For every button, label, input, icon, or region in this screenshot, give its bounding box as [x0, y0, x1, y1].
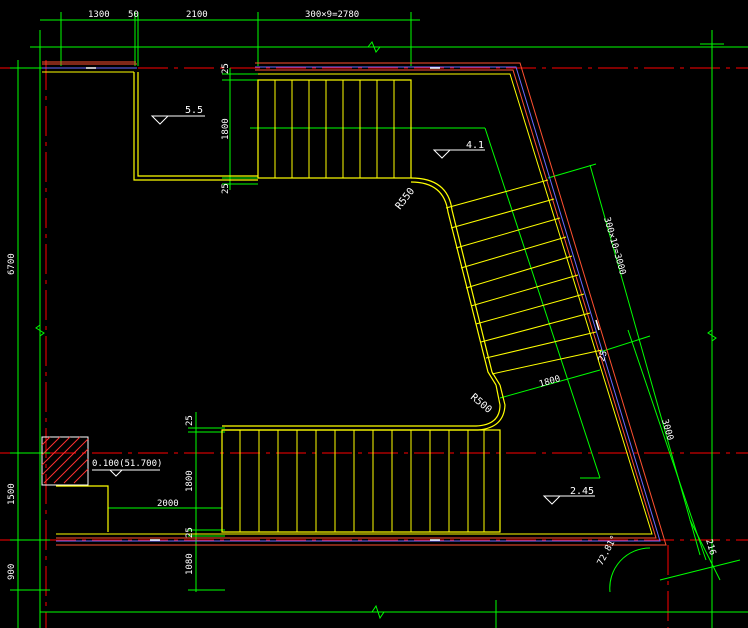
dim-ramp-right-line	[627, 329, 707, 561]
dim-1500: 1500	[7, 483, 17, 505]
level-mid: 4.1	[466, 140, 484, 151]
lower-flight-frame	[221, 429, 501, 533]
hatch-line	[63, 458, 89, 484]
level-triangle-upper	[150, 115, 170, 125]
dim-ramp-1800: 1800	[538, 374, 562, 390]
dim-ramp-25: 25	[597, 350, 610, 363]
dim-50: 50	[128, 10, 139, 20]
dim-lower-1800: 1800	[185, 470, 195, 492]
ramp-tread	[445, 179, 549, 209]
upper-curve-inner	[410, 181, 497, 386]
dim-radius-lower: R500	[468, 392, 494, 416]
dimension-lines	[10, 12, 748, 628]
dim-angle: 72.81°	[596, 534, 620, 567]
dim-lower-25-bottom: 25	[185, 527, 195, 538]
ramp-tread	[470, 274, 579, 307]
dim-2100: 2100	[186, 10, 208, 20]
level-upper: 5.5	[185, 105, 203, 116]
dim-ramp-steps: 300×10=3000	[601, 216, 627, 276]
dim-ramp-ext-top	[547, 163, 597, 179]
dim-1300: 1300	[88, 10, 110, 20]
hatched-column	[41, 436, 89, 486]
upper-landing-outline-inner	[137, 72, 258, 177]
level-triangle-base	[108, 469, 124, 477]
upper-flight-frame	[257, 79, 412, 179]
lower-flight-treads	[239, 430, 485, 532]
dim-upper-1800: 1800	[221, 118, 231, 140]
ramp-tread	[491, 349, 603, 375]
upper-landing-outline	[133, 72, 258, 181]
ramp-treads	[445, 179, 603, 375]
hatch-line	[43, 438, 89, 484]
dim-ramp-216-b	[659, 559, 741, 581]
dim-upper-25-top: 25	[221, 63, 231, 74]
dim-radius-upper: R550	[394, 186, 418, 212]
dimension-text: 1300 50 2100 300×9=2780 6700 1500 900 25…	[7, 10, 717, 580]
dim-lower-25-top: 25	[185, 415, 195, 426]
column-hatch	[41, 436, 89, 484]
dim-ramp-216: 216	[703, 538, 717, 556]
lower-curve-inner	[222, 384, 501, 427]
hatch-line	[41, 436, 81, 476]
dim-6700: 6700	[7, 253, 17, 275]
dim-upper-25-bottom: 25	[221, 183, 231, 194]
level-triangle-lower	[542, 495, 562, 505]
lower-landing-step	[56, 485, 109, 532]
lower-curve	[222, 384, 506, 431]
dim-2780: 300×9=2780	[305, 10, 359, 20]
level-base: 0.100(51.700)	[92, 459, 162, 469]
dim-900: 900	[7, 564, 17, 580]
hatch-line	[41, 436, 61, 456]
dim-landing-2000: 2000	[157, 499, 179, 509]
wall-top-right-red	[56, 62, 667, 546]
stair-plan-drawing: 1300 50 2100 300×9=2780 6700 1500 900 25…	[0, 0, 748, 628]
ramp-tread	[475, 293, 585, 325]
dim-angle-arc	[609, 547, 651, 593]
level-triangle-mid	[432, 149, 452, 159]
ramp-tread	[450, 198, 555, 229]
upper-flight-treads	[274, 80, 395, 178]
level-lower: 2.45	[570, 486, 594, 497]
axis-lines	[0, 60, 748, 628]
ramp-tread	[465, 255, 573, 289]
hatch-line	[53, 448, 89, 484]
dim-lower-1080: 1080	[185, 553, 195, 575]
